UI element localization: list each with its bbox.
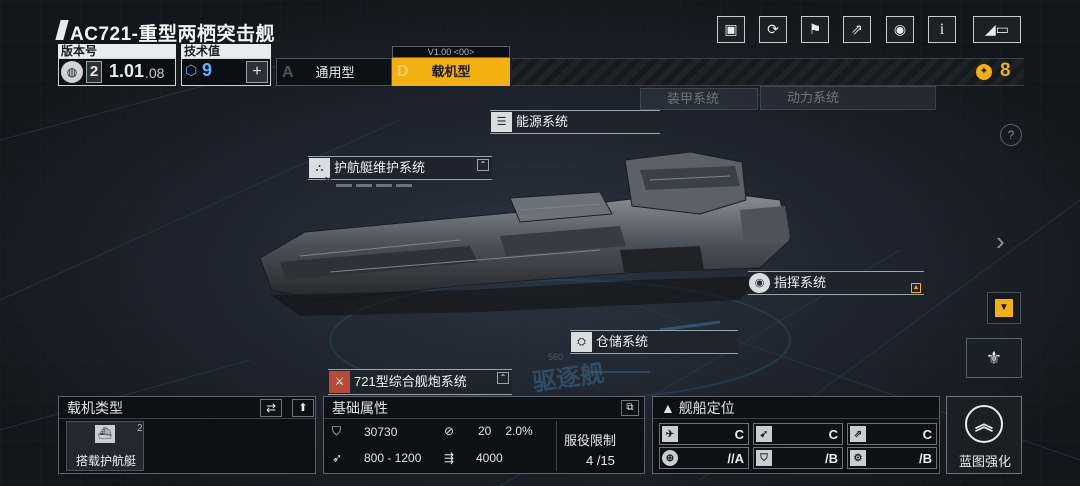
blueprint-label: 蓝图强化 (958, 454, 1011, 469)
shield-icon: ⛉ (332, 424, 342, 438)
tech-value: 9 (202, 60, 213, 80)
mode-label: 通用型 (315, 65, 355, 80)
currency-icon: ✦ (976, 64, 992, 80)
expand-button[interactable]: ▼ (987, 292, 1021, 324)
triangle-up-icon: ▲ (661, 400, 679, 416)
strike-icon: ➹ (756, 426, 772, 442)
carrier-panel: 载机类型 ⇄ ⬆ ⛴ 2 搭载护航艇 (58, 396, 316, 474)
tech-box[interactable]: ⬡ 9 + (181, 58, 271, 86)
tech-icon: ⬡ (185, 62, 198, 78)
version-sub: .08 (145, 65, 165, 81)
flag-icon[interactable]: ⚑ (801, 16, 829, 43)
escort-badge: M (325, 176, 332, 185)
tech-label: 技术值 (181, 44, 271, 58)
callout-label: 指挥系统 (774, 275, 827, 290)
role-defense[interactable]: ⛉/B (753, 447, 843, 469)
list-icon: ☰ (491, 112, 512, 132)
callout-label: 仓储系统 (596, 334, 649, 349)
mode-version: V1.00 <00> (392, 46, 510, 58)
faded-tab-power[interactable]: 动力系统 (760, 86, 936, 110)
callout-escort[interactable]: ⛬ 护航艇维护系统 ⌃ M (308, 156, 492, 185)
chevron-right-icon[interactable]: › (996, 226, 1005, 257)
escort-progress (336, 184, 412, 187)
double-chevron-up-icon: ︽ (965, 405, 1003, 443)
share-icon[interactable]: ⇗ (843, 16, 871, 43)
hp-stat: ⛉ 30730 (332, 424, 398, 439)
info-icon[interactable]: i (928, 16, 956, 43)
role-antiair[interactable]: ⇗ C (847, 423, 937, 445)
service-limit-label: 服役限制 (564, 433, 617, 448)
carrier-slot[interactable]: ⛴ 2 搭载护航艇 (66, 421, 144, 471)
command-icon: ◉ (749, 273, 770, 293)
role-support[interactable]: ⚙/B (847, 447, 937, 469)
expand-icon[interactable]: ⧉ (621, 400, 639, 416)
mode-tab-general[interactable]: A 通用型 (276, 58, 392, 86)
collapse-icon[interactable]: ⌃ (477, 159, 489, 171)
target-icon: ⊕ (662, 450, 678, 466)
escort-craft-icon: ⛴ (95, 425, 115, 443)
mode-label: 载机型 (431, 64, 471, 79)
service-limit-value: 4 /15 (586, 453, 615, 468)
divider (556, 421, 557, 471)
version-tier: 2 (86, 61, 102, 83)
carrier-count: 2 (137, 423, 143, 434)
positioning-title: ▲ 舰船定位 (653, 397, 939, 419)
tech-add-button[interactable]: + (246, 61, 268, 83)
callout-label: 721型综合舰炮系统 (354, 374, 467, 389)
range-icon: ➶ (332, 451, 343, 465)
view-icon[interactable]: ◉ (886, 16, 914, 43)
role-assault[interactable]: ✈ C (659, 423, 749, 445)
swap-icon[interactable]: ⇄ (260, 399, 282, 417)
help-icon[interactable]: ? (1000, 124, 1022, 146)
refresh-icon[interactable]: ⟳ (759, 16, 787, 43)
level-icon: ▲ (911, 283, 921, 293)
antiair-icon: ⇗ (850, 426, 866, 442)
armor-icon: ⊘ (444, 424, 455, 438)
hull-number: 560 (548, 352, 564, 362)
triangle-down-icon: ▼ (995, 299, 1013, 317)
range-stat: ➶ 800 - 1200 (332, 451, 422, 465)
callout-label: 能源系统 (516, 114, 569, 129)
currency-value: 8 (1000, 60, 1011, 81)
callout-energy[interactable]: ☰ 能源系统 (490, 110, 660, 134)
version-number: 1.01 (109, 61, 145, 81)
gallery-icon[interactable]: ▣ (717, 16, 745, 43)
callout-command[interactable]: ◉ 指挥系统 ▲ (748, 271, 924, 295)
speed-icon: ⇶ (444, 451, 455, 465)
callout-storage[interactable]: ⛭ 仓储系统 (570, 330, 738, 354)
callout-label: 护航艇维护系统 (334, 160, 426, 175)
attributes-title: 基础属性 (324, 397, 644, 419)
role-target[interactable]: ⊕//A (659, 447, 749, 469)
support-icon: ⚙ (850, 450, 866, 466)
globe-icon: ◍ (61, 61, 83, 83)
defense-icon: ⛉ (756, 450, 772, 466)
speed-stat: ⇶ 4000 (444, 451, 503, 465)
assault-icon: ✈ (662, 426, 678, 442)
ship-upgrade-icon[interactable]: ⚜ (966, 338, 1022, 378)
positioning-panel: ▲ 舰船定位 ✈ C ➹ C ⇗ C ⊕//A ⛉/B ⚙/B (652, 396, 940, 474)
cannon-icon: ⚔ (329, 371, 350, 393)
role-strike[interactable]: ➹ C (753, 423, 843, 445)
mode-tab-carrier[interactable]: D 载机型 (392, 58, 510, 86)
collapse-icon[interactable]: ⌃ (497, 372, 509, 384)
page-title: AC721-重型两栖突击舰 (70, 24, 275, 45)
carrier-item-label: 搭载护航艇 (75, 454, 136, 468)
header-stripe (512, 58, 1024, 86)
storage-icon: ⛭ (571, 332, 592, 352)
blueprint-enhance-button[interactable]: ︽ 蓝图强化 (946, 396, 1022, 474)
attributes-panel: 基础属性 ⧉ ⛉ 30730 ➶ 800 - 1200 ⊘ 20 2.0% ⇶ 4000 … (323, 396, 645, 474)
callout-cannon[interactable]: ⚔ 721型综合舰炮系统 ⌃ (328, 369, 512, 395)
hangar-icon[interactable]: ⬆ (292, 399, 314, 417)
back-icon[interactable]: ◢▭ (973, 16, 1021, 43)
armor-stat: ⊘ 20 2.0% (444, 424, 533, 438)
version-box[interactable]: ◍ 2 1.01 .08 (58, 58, 176, 86)
version-label: 版本号 (58, 44, 176, 58)
faded-tab-armor[interactable]: 装甲系统 (640, 88, 758, 110)
